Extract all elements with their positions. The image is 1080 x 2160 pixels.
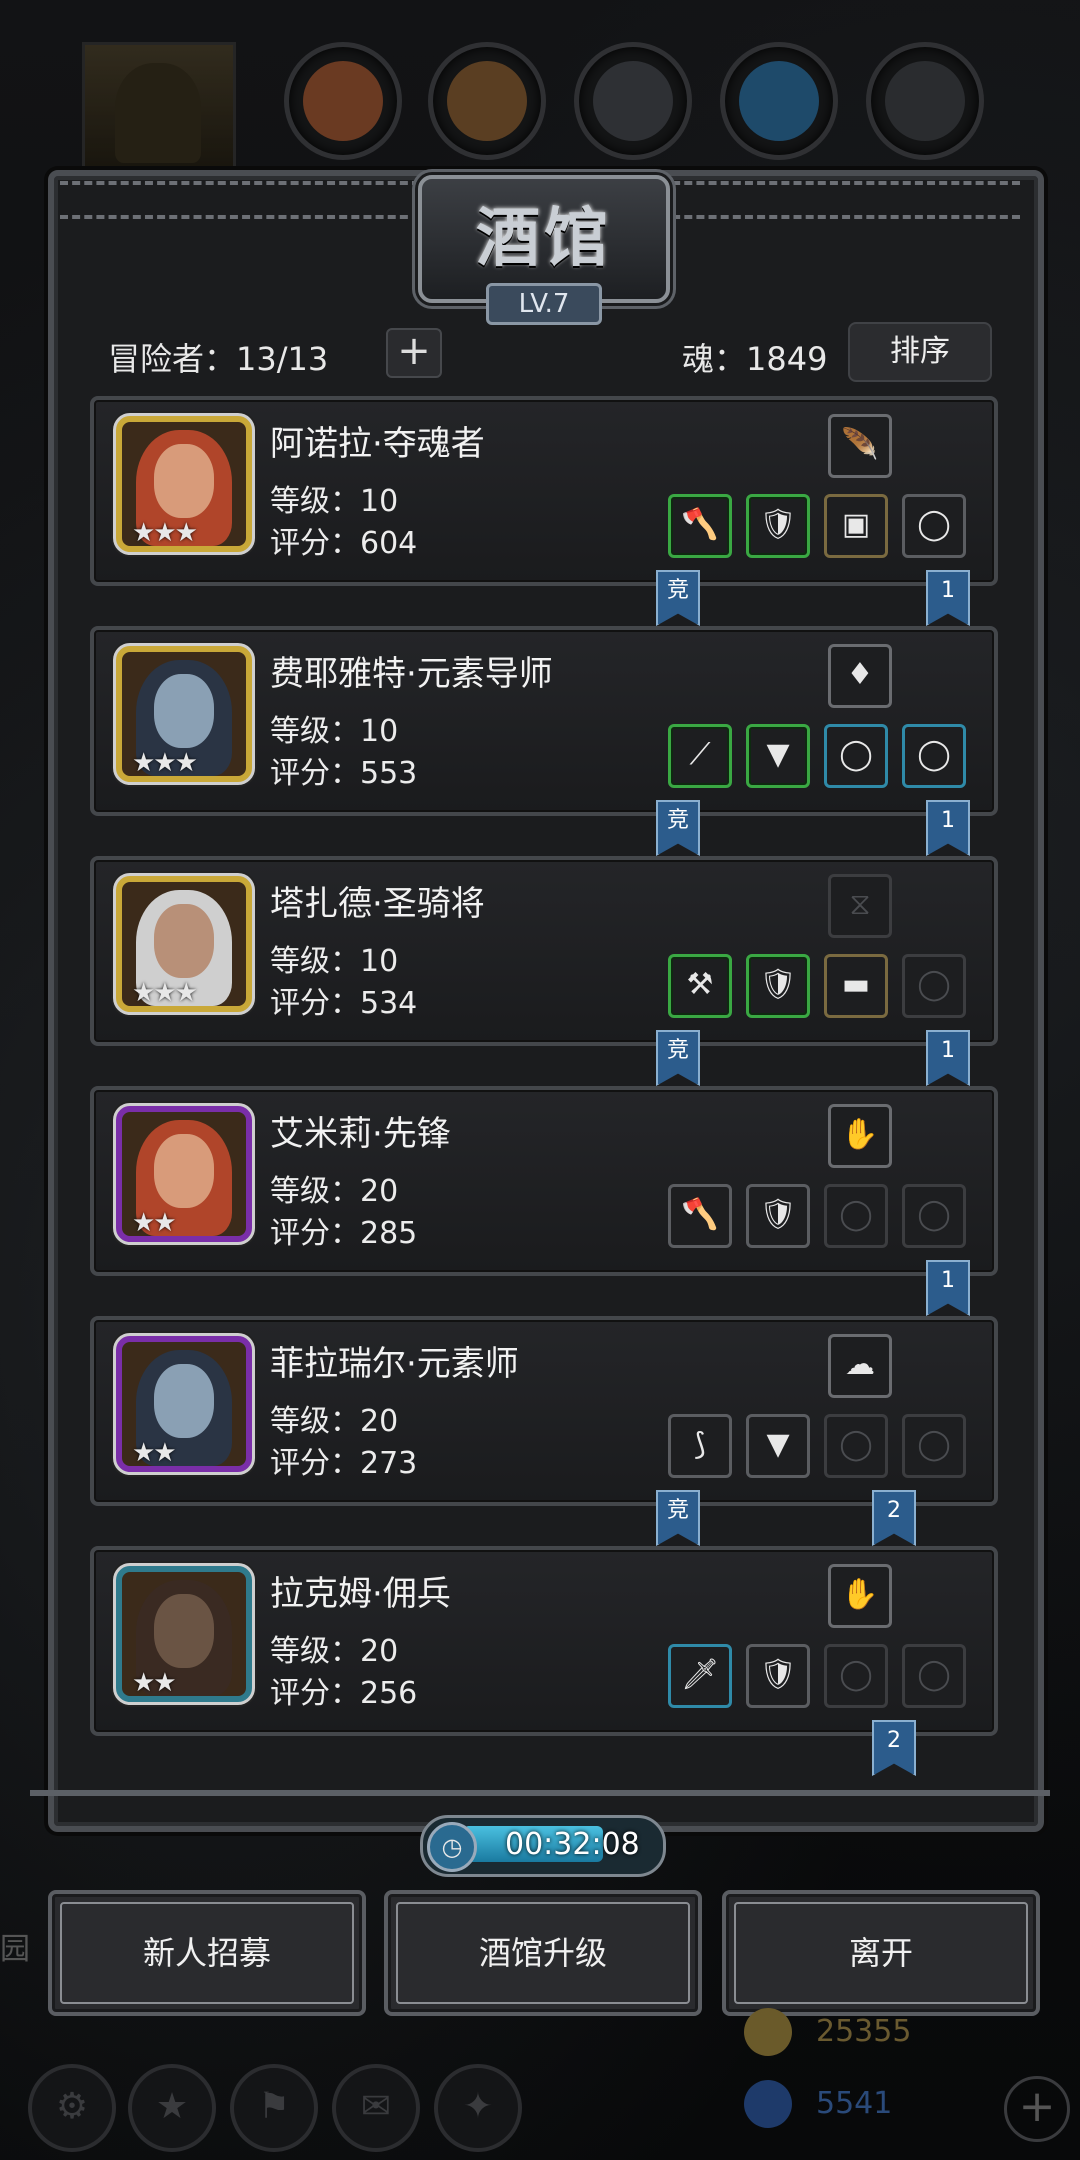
boots-icon[interactable]: ▣ bbox=[824, 494, 888, 558]
side-label: 园 bbox=[0, 1932, 30, 1967]
hourglass-icon[interactable]: ⧖ bbox=[828, 874, 892, 938]
crystal-icon[interactable]: ♦ bbox=[828, 644, 892, 708]
hero-score: 评分：273 bbox=[270, 1446, 418, 1481]
gold-amount: 25355 bbox=[816, 2014, 912, 2049]
dagger-icon[interactable]: 🗡 bbox=[668, 1644, 732, 1708]
ring-icon[interactable]: ◯ bbox=[824, 724, 888, 788]
armor-icon[interactable]: 🛡 bbox=[746, 1184, 810, 1248]
robe-icon[interactable]: ▼ bbox=[746, 724, 810, 788]
soul-count: 魂：1849 bbox=[682, 340, 828, 378]
gold-barrel-icon bbox=[744, 2008, 792, 2056]
empty-ring-slot-icon[interactable]: ◯ bbox=[902, 954, 966, 1018]
hero-name: 阿诺拉·夺魂者 bbox=[270, 424, 485, 464]
hero-card[interactable]: ★★ 艾米莉·先锋 等级：20 评分：285 ✋ 🪓 🛡 ◯ ◯ bbox=[90, 1086, 998, 1276]
hammer-icon[interactable]: ⚒ bbox=[668, 954, 732, 1018]
timer-text: 00:32:08 bbox=[505, 1827, 640, 1862]
fur-icon[interactable]: ☁ bbox=[828, 1334, 892, 1398]
info-row: 冒险者：13/13 + 魂：1849 排序 bbox=[108, 322, 992, 382]
gem-amount: 5541 bbox=[816, 2086, 893, 2121]
hero-card[interactable]: ★★ 菲拉瑞尔·元素师 等级：20 评分：273 ☁ ⟆ ▼ ◯ ◯ bbox=[90, 1316, 998, 1506]
ring-icon[interactable]: ◯ bbox=[902, 724, 966, 788]
empty-ring-slot-icon[interactable]: ◯ bbox=[902, 1184, 966, 1248]
empty-ring-slot-icon[interactable]: ◯ bbox=[824, 1184, 888, 1248]
mail-icon[interactable]: ✉ bbox=[332, 2064, 420, 2152]
hero-score: 评分：534 bbox=[270, 986, 418, 1021]
axe-icon[interactable]: 🪓 bbox=[668, 1184, 732, 1248]
recruit-button[interactable]: 新人招募 bbox=[48, 1890, 366, 2016]
hero-card[interactable]: ★★★ 阿诺拉·夺魂者 等级：10 评分：604 🪶 🪓 🛡 ▣ ◯ bbox=[90, 396, 998, 586]
clock-icon: ◷ bbox=[427, 1822, 477, 1872]
guild-icon[interactable]: ⚑ bbox=[230, 2064, 318, 2152]
staff-icon[interactable]: ⟋ bbox=[668, 724, 732, 788]
add-adventurer-button[interactable]: + bbox=[386, 328, 442, 378]
hero-card[interactable]: ★★ 拉克姆·佣兵 等级：20 评分：256 ✋ 🗡 🛡 ◯ ◯ bbox=[90, 1546, 998, 1736]
page-title: 酒馆 bbox=[476, 202, 612, 276]
star-rating: ★★★ bbox=[132, 748, 198, 778]
robe-icon[interactable]: ▼ bbox=[746, 1414, 810, 1478]
add-currency-button[interactable]: + bbox=[1004, 2076, 1070, 2142]
hero-card[interactable]: ★★★ 塔扎德·圣骑将 等级：10 评分：534 ⧖ ⚒ 🛡 ▬ ◯ bbox=[90, 856, 998, 1046]
stone-resource-icon bbox=[866, 42, 984, 160]
hero-level: 等级：20 bbox=[270, 1404, 399, 1439]
hero-name: 塔扎德·圣骑将 bbox=[270, 884, 485, 924]
empty-ring-slot-icon[interactable]: ◯ bbox=[824, 1644, 888, 1708]
star-rating: ★★ bbox=[132, 1208, 177, 1238]
hero-level: 等级：10 bbox=[270, 484, 399, 519]
armor-icon[interactable]: 🛡 bbox=[746, 954, 810, 1018]
leave-button[interactable]: 离开 bbox=[722, 1890, 1040, 2016]
tavern-level-badge: LV.7 bbox=[486, 283, 602, 325]
empty-ring-slot-icon[interactable]: ◯ bbox=[902, 1414, 966, 1478]
hero-name: 艾米莉·先锋 bbox=[270, 1114, 451, 1154]
meat-resource-icon bbox=[284, 42, 402, 160]
hero-level: 等级：20 bbox=[270, 1634, 399, 1669]
hero-level: 等级：10 bbox=[270, 944, 399, 979]
armor-icon[interactable]: 🛡 bbox=[746, 494, 810, 558]
star-rating: ★★ bbox=[132, 1668, 177, 1698]
crystal-resource-icon bbox=[720, 42, 838, 160]
refresh-timer: ◷ 00:32:08 bbox=[420, 1815, 666, 1877]
hero-score: 评分：285 bbox=[270, 1216, 418, 1251]
settings-gear-icon[interactable]: ⚙ bbox=[28, 2064, 116, 2152]
glove-icon[interactable]: ✋ bbox=[828, 1564, 892, 1628]
adventurer-count: 冒险者：13/13 bbox=[108, 340, 329, 378]
upgrade-tavern-button[interactable]: 酒馆升级 bbox=[384, 1890, 702, 2016]
map-icon[interactable]: ✦ bbox=[434, 2064, 522, 2152]
bracer-icon[interactable]: ▬ bbox=[824, 954, 888, 1018]
empty-ring-slot-icon[interactable]: ◯ bbox=[824, 1414, 888, 1478]
gauntlet-icon[interactable]: ✋ bbox=[828, 1104, 892, 1168]
hero-level: 等级：20 bbox=[270, 1174, 399, 1209]
achievement-icon[interactable]: ★ bbox=[128, 2064, 216, 2152]
ring-icon[interactable]: ◯ bbox=[902, 494, 966, 558]
iron-resource-icon bbox=[574, 42, 692, 160]
empty-ring-slot-icon[interactable]: ◯ bbox=[902, 1644, 966, 1708]
star-rating: ★★★ bbox=[132, 978, 198, 1008]
gem-icon bbox=[744, 2080, 792, 2128]
star-rating: ★★ bbox=[132, 1438, 177, 1468]
star-rating: ★★★ bbox=[132, 518, 198, 548]
wood-resource-icon bbox=[428, 42, 546, 160]
hero-level: 等级：10 bbox=[270, 714, 399, 749]
hero-card[interactable]: ★★★ 费耶雅特·元素导师 等级：10 评分：553 ♦ ⟋ ▼ ◯ ◯ bbox=[90, 626, 998, 816]
hero-name: 拉克姆·佣兵 bbox=[270, 1574, 451, 1614]
hero-score: 评分：553 bbox=[270, 756, 418, 791]
crook-staff-icon[interactable]: ⟆ bbox=[668, 1414, 732, 1478]
sort-button[interactable]: 排序 bbox=[848, 322, 992, 382]
axe-icon[interactable]: 🪓 bbox=[668, 494, 732, 558]
armor-icon[interactable]: 🛡 bbox=[746, 1644, 810, 1708]
hero-name: 菲拉瑞尔·元素师 bbox=[270, 1344, 519, 1384]
hero-score: 评分：604 bbox=[270, 526, 418, 561]
hero-score: 评分：256 bbox=[270, 1676, 418, 1711]
hero-name: 费耶雅特·元素导师 bbox=[270, 654, 553, 694]
feather-icon[interactable]: 🪶 bbox=[828, 414, 892, 478]
